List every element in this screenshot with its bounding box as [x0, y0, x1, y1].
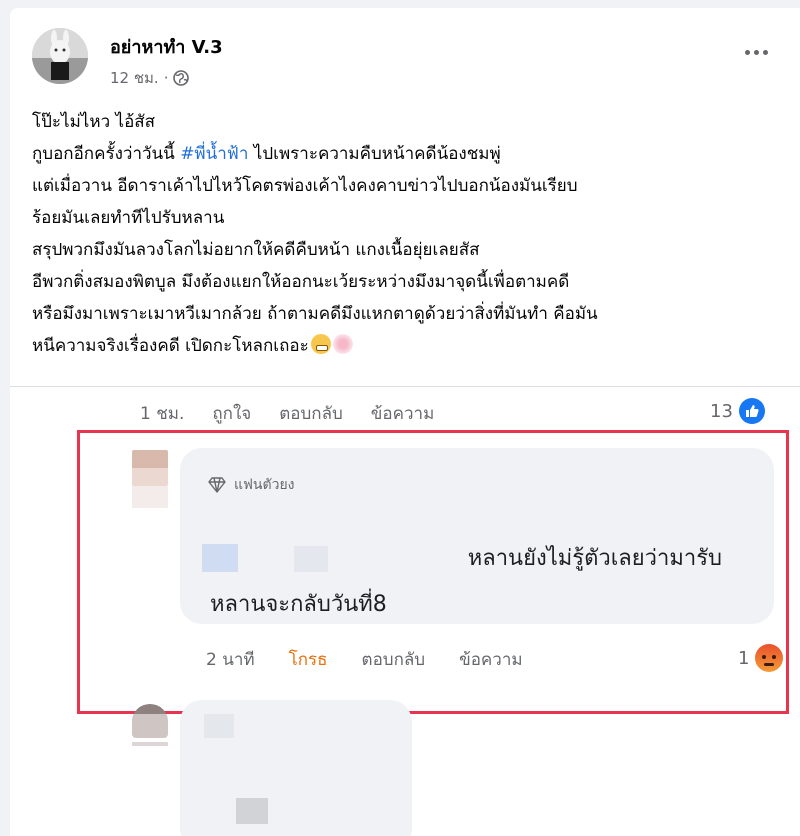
post-line: หนีความจริงเรื่องคดี เปิดกะโหลกเถอะ	[32, 330, 792, 362]
commenter-avatar[interactable]	[132, 704, 168, 738]
globe-icon[interactable]	[173, 70, 190, 86]
cherry-blossom-icon	[332, 334, 353, 354]
comment-bubble: แฟนตัวยง หลานยังไม่รู้ตัวเลยว่ามารับ หลา…	[180, 448, 774, 624]
redacted-name	[294, 546, 328, 572]
comment-message-button[interactable]: ข้อความ	[459, 646, 523, 673]
author-name[interactable]: อย่าหาทำ V.3	[110, 32, 223, 61]
comment-reply-button[interactable]: ตอบกลับ	[362, 646, 426, 673]
hashtag-link[interactable]: #พี่น้ำฟ้า	[180, 144, 248, 164]
commenter-avatar-blur	[132, 486, 168, 508]
comment-reaction-summary[interactable]: 1	[738, 644, 784, 672]
comment-bubble-blurred	[180, 700, 412, 836]
reply-button[interactable]: ตอบกลับ	[279, 400, 343, 427]
badge-label: แฟนตัวยง	[234, 477, 295, 493]
post-line: สรุปพวกมึงมันลวงโลกไม่อยากให้คดีคืบหน้า …	[32, 240, 480, 260]
angry-reaction-button[interactable]: โกรธ	[289, 646, 328, 673]
redacted-name	[204, 714, 234, 738]
redacted-name	[202, 544, 238, 572]
like-button[interactable]: ถูกใจ	[212, 400, 251, 427]
comment-time[interactable]: 2 นาที	[206, 646, 255, 673]
post-body: โป๊ะไม่ไหว ไอ้สัส กูบอกอีกครั้งว่าวันนี้…	[32, 106, 792, 362]
post-line: แต่เมื่อวาน อีดาราเค้าไปไหว้โคตรพ่องเค้า…	[32, 176, 578, 196]
comment-text: หลานจะกลับวันที่8	[210, 592, 387, 617]
redacted-content	[236, 798, 268, 824]
post-line: อีพวกติ่งสมองพิตบูล มึงต้องแยกให้ออกนะเว…	[32, 272, 570, 292]
post-line: ร้อยมันเลยทำทีไปรับหลาน	[32, 208, 225, 228]
post-actions: 1 ชม. ถูกใจ ตอบกลับ ข้อความ	[140, 398, 462, 428]
reaction-summary[interactable]: 13	[710, 398, 765, 424]
author-avatar[interactable]	[32, 28, 88, 84]
divider	[10, 386, 800, 387]
grimace-emoji-icon	[310, 334, 331, 354]
more-options-icon[interactable]	[742, 42, 770, 62]
comment-text: หลานยังไม่รู้ตัวเลยว่ามารับ	[467, 546, 722, 571]
post-meta: 12 ชม. ·	[110, 66, 190, 90]
post-action-time[interactable]: 1 ชม.	[140, 400, 184, 427]
post-card: อย่าหาทำ V.3 12 ชม. · โป๊ะไม่ไหว ไอ้สัส …	[10, 8, 800, 836]
post-line: กูบอกอีกครั้งว่าวันนี้ #พี่น้ำฟ้า ไปเพรา…	[32, 144, 501, 164]
reaction-count: 13	[710, 400, 733, 422]
comment-reaction-count: 1	[738, 647, 750, 669]
angry-face-icon	[755, 644, 784, 672]
post-line: หรือมึงมาเพราะเมาหวีเมากล้วย ถ้าตามคดีมึ…	[32, 304, 598, 324]
message-button[interactable]: ข้อความ	[371, 400, 435, 427]
meta-separator: ·	[163, 69, 169, 87]
diamond-icon	[208, 477, 226, 493]
post-time[interactable]: 12 ชม.	[110, 66, 159, 90]
thumbs-up-icon	[738, 398, 765, 424]
avatar-blur	[132, 742, 168, 746]
post-line: โป๊ะไม่ไหว ไอ้สัส	[32, 112, 156, 132]
comment-actions: 2 นาที โกรธ ตอบกลับ ข้อความ	[206, 644, 557, 674]
commenter-avatar[interactable]	[132, 450, 168, 486]
fan-badge[interactable]: แฟนตัวยง	[208, 474, 295, 496]
